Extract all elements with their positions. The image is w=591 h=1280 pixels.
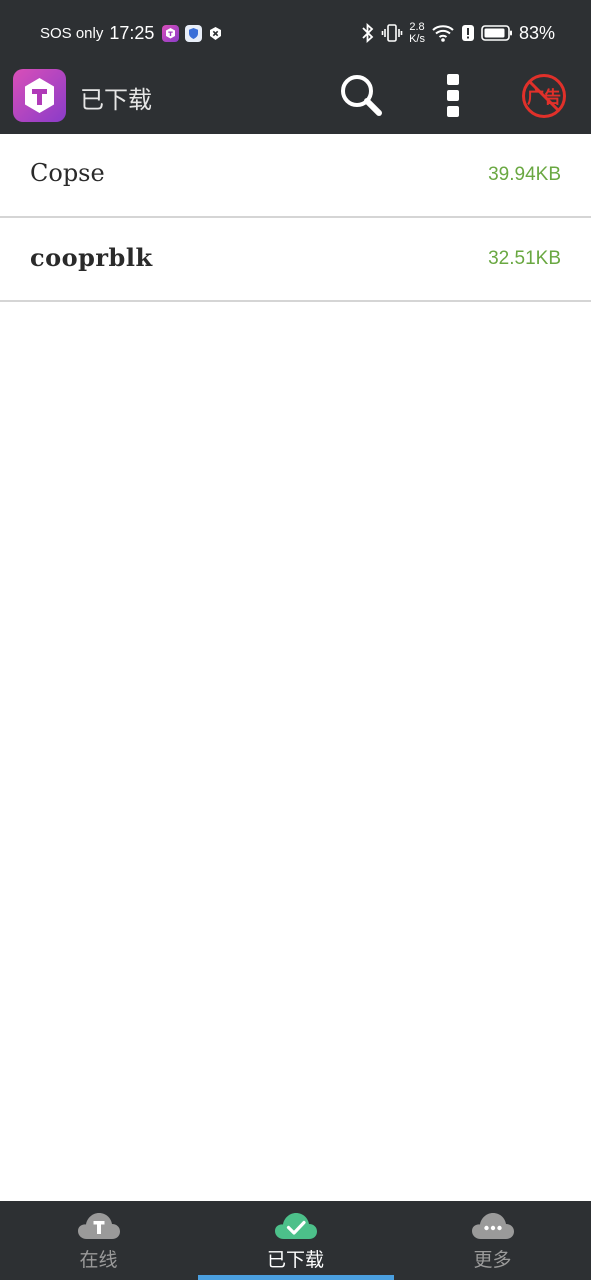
cloud-t-icon [77,1213,120,1239]
tab-label: 已下载 [266,1249,324,1271]
clock-time: 17:25 [109,22,155,43]
shield-notification-icon [185,24,203,42]
more-vertical-icon [447,74,459,117]
downloaded-list: Copse 39.94KB cooprblk 32.51KB [0,134,591,302]
tab-label: 在线 [79,1249,118,1271]
carrier-text: SOS only [40,24,104,42]
list-item[interactable]: cooprblk 32.51KB [0,218,591,302]
font-name: Copse [30,159,105,187]
list-item[interactable]: Copse 39.94KB [0,134,591,218]
page-title: 已下载 [80,86,152,114]
tab-downloaded[interactable]: 已下载 [197,1201,394,1280]
status-left: SOS only 17:25 [40,20,223,46]
search-button[interactable] [338,72,384,118]
net-speed-value: 2.8 [409,21,425,33]
battery-icon [481,24,513,42]
net-speed-unit: K/s [409,33,425,45]
file-size: 39.94KB [488,164,561,185]
alert-icon [461,23,475,43]
battery-percent: 83% [518,22,555,43]
bluetooth-icon [361,22,375,44]
search-icon [341,75,382,116]
cloud-check-icon [274,1213,317,1239]
tab-online[interactable]: 在线 [0,1201,197,1280]
tab-label: 更多 [473,1249,512,1271]
net-speed: 2.8 K/s [409,21,425,45]
active-tab-indicator [198,1275,394,1280]
cloud-more-icon [471,1213,514,1239]
status-bar: SOS only 17:25 2.8 K/s 83% [0,0,591,66]
font-name: cooprblk [30,243,153,272]
tab-more[interactable]: 更多 [394,1201,591,1280]
no-ads-icon: 广告 [522,74,566,118]
vibrate-icon [381,22,403,44]
wifi-icon [431,22,455,44]
close-notification-icon [208,26,223,41]
app-logo-icon [13,69,66,122]
file-size: 32.51KB [488,248,561,269]
app-notification-icon [162,24,180,42]
more-options-button[interactable] [440,72,466,118]
status-right: 2.8 K/s 83% [361,18,555,48]
ads-label: 广告 [527,87,561,108]
bottom-navigation: 在线 已下载 更多 [0,1201,591,1280]
remove-ads-button[interactable]: 广告 [521,73,567,119]
app-toolbar: 已下载 广告 [0,66,591,134]
